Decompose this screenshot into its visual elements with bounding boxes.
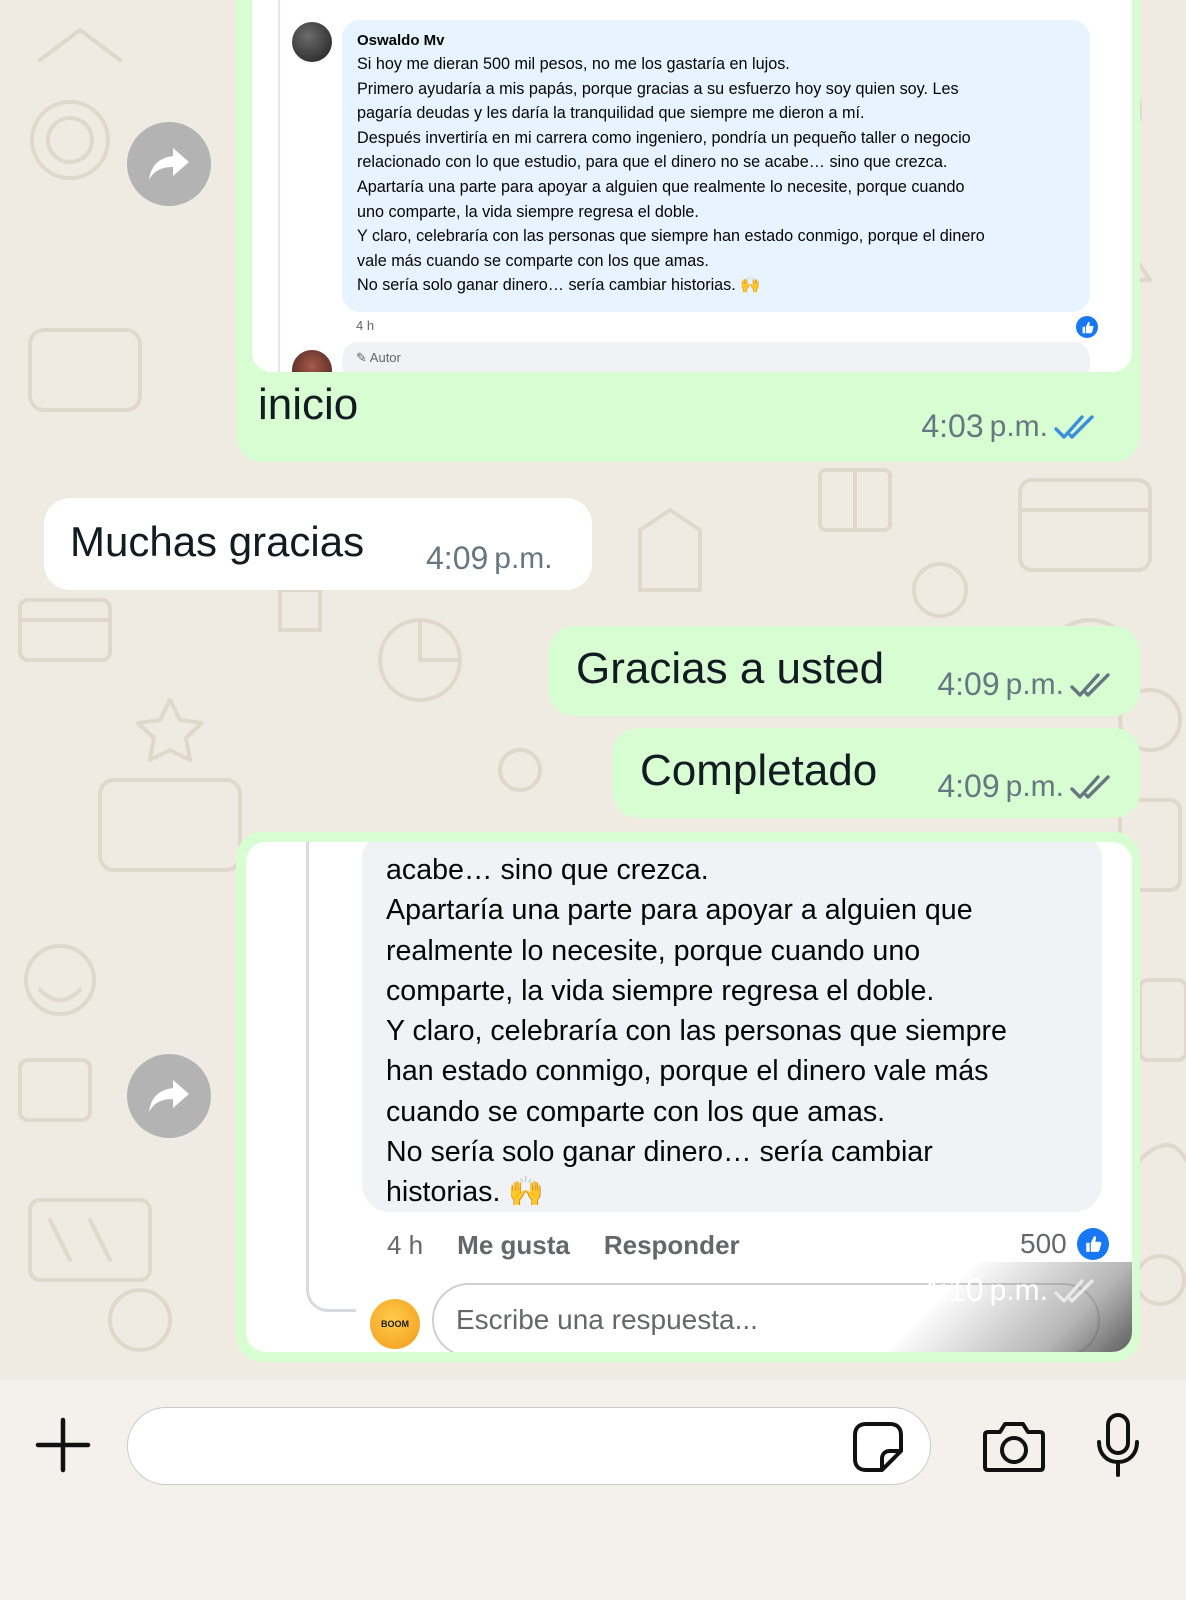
delivered-ticks-icon [1054, 1278, 1094, 1303]
message-text: Completado [640, 746, 878, 795]
thread-line [306, 842, 356, 1312]
comment-box: acabe… sino que crezca. Apartaría una pa… [362, 842, 1102, 1212]
comment-line: acabe… sino que crezca. [386, 854, 709, 886]
commenter-name: Oswaldo Mv [357, 32, 445, 49]
comment-line: Apartaría una parte para apoyar a alguie… [357, 177, 965, 196]
comment-line: relacionado con lo que estudio, para que… [357, 153, 948, 172]
message-meta: 4:09 p.m. [426, 540, 553, 577]
reply-placeholder: Escribe una respuesta... [456, 1304, 758, 1335]
message-outgoing-image[interactable]: acabe… sino que crezca. Apartaría una pa… [236, 832, 1140, 1362]
attach-button[interactable] [34, 1416, 92, 1474]
comment-text: Si hoy me dieran 500 mil pesos, no me lo… [357, 52, 1075, 298]
comment-line: cuando se comparte con los que amas. [386, 1095, 886, 1128]
forward-arrow-icon [149, 1080, 189, 1112]
comment-line: Y claro, celebraría con las personas que… [386, 1015, 1007, 1048]
message-caption: inicio [258, 380, 359, 429]
comment-line: vale más cuando se comparte con los que … [357, 251, 709, 270]
message-time: 4:09 [937, 768, 1000, 804]
forward-arrow-icon [149, 148, 189, 180]
comment-line: uno comparte, la vida siempre regresa el… [357, 202, 699, 221]
comment-line: Primero ayudaría a mis papás, porque gra… [357, 79, 959, 98]
message-outgoing-image[interactable]: Oswaldo Mv Si hoy me dieran 500 mil peso… [236, 0, 1140, 462]
comment-line: Apartaría una parte para apoyar a alguie… [386, 894, 973, 927]
comment-line: han estado conmigo, porque el dinero val… [386, 1055, 989, 1088]
comment-age: 4 h [356, 318, 375, 333]
microphone-button[interactable] [1094, 1412, 1142, 1478]
sticker-icon [853, 1422, 903, 1472]
message-outgoing[interactable]: Gracias a usted 4:09 p.m. [548, 626, 1140, 716]
like-action: Me gusta [457, 1230, 570, 1260]
comment-line: Si hoy me dieran 500 mil pesos, no me lo… [357, 55, 790, 73]
reply-action: Responder [603, 1230, 740, 1260]
message-ampm: p.m. [1005, 769, 1064, 803]
message-ampm: p.m. [1005, 667, 1064, 701]
read-ticks-icon [1054, 414, 1094, 439]
message-time: 4:09 [937, 666, 1000, 702]
comment-box: Oswaldo Mv Si hoy me dieran 500 mil peso… [342, 20, 1090, 312]
camera-button[interactable] [982, 1418, 1046, 1474]
comment-line: Y claro, celebraría con las personas que… [357, 227, 985, 246]
message-time: 4:10 [921, 1272, 984, 1308]
author-label: Autor [369, 350, 401, 365]
message-time: 4:03 [921, 408, 984, 444]
like-count: 500 [1020, 1228, 1109, 1260]
message-time: 4:09 [426, 540, 489, 576]
comment-line: comparte, la vida siempre regresa el dob… [386, 974, 935, 1007]
message-ampm: p.m. [989, 1273, 1048, 1307]
delivered-ticks-icon [1070, 672, 1110, 697]
like-count-value: 500 [1020, 1228, 1067, 1259]
message-ampm: p.m. [989, 409, 1048, 443]
shared-screenshot[interactable]: Oswaldo Mv Si hoy me dieran 500 mil peso… [252, 0, 1132, 372]
boom-avatar: BOOM [370, 1299, 420, 1349]
comment-actions: 4 h Me gusta Responder [387, 1230, 740, 1261]
forward-button[interactable] [127, 122, 211, 206]
message-incoming[interactable]: Muchas gracias 4:09 p.m. [44, 498, 592, 590]
message-meta: 4:03 p.m. [921, 408, 1096, 445]
message-input[interactable] [127, 1407, 931, 1485]
message-ampm: p.m. [494, 541, 553, 575]
delivered-ticks-icon [1070, 774, 1110, 799]
comment-line: realmente lo necesite, porque cuando uno [386, 934, 921, 967]
plus-icon [35, 1417, 91, 1473]
message-outgoing[interactable]: Completado 4:09 p.m. [612, 728, 1140, 818]
microphone-icon [1097, 1413, 1139, 1477]
comment-age: 4 h [387, 1230, 424, 1260]
comment-line: Después invertiría en mi carrera como in… [357, 128, 971, 147]
comment-line: No sería solo ganar dinero… sería cambia… [357, 276, 761, 295]
commenter-avatar [292, 22, 332, 62]
sticker-button[interactable] [852, 1421, 904, 1473]
message-meta: 4:10 p.m. [921, 1272, 1096, 1309]
message-text: Muchas gracias [70, 518, 365, 565]
thumbs-up-icon [1076, 1228, 1109, 1260]
thread-line [278, 0, 280, 372]
comment-line: No sería solo ganar dinero… sería cambia… [386, 1136, 933, 1169]
author-avatar [292, 350, 332, 372]
thumbs-up-icon [1076, 316, 1098, 338]
forward-button[interactable] [127, 1054, 211, 1138]
author-badge: ✎ Autor [342, 342, 1090, 372]
message-meta: 4:09 p.m. [937, 768, 1112, 805]
comment-line: historias. 🙌 [386, 1176, 544, 1209]
camera-icon [983, 1422, 1045, 1472]
comment-line: pagaría deudas y les daría la tranquilid… [357, 104, 865, 123]
avatar-logo-text: BOOM [381, 1319, 409, 1329]
message-text: Gracias a usted [576, 644, 885, 693]
message-meta: 4:09 p.m. [937, 666, 1112, 703]
